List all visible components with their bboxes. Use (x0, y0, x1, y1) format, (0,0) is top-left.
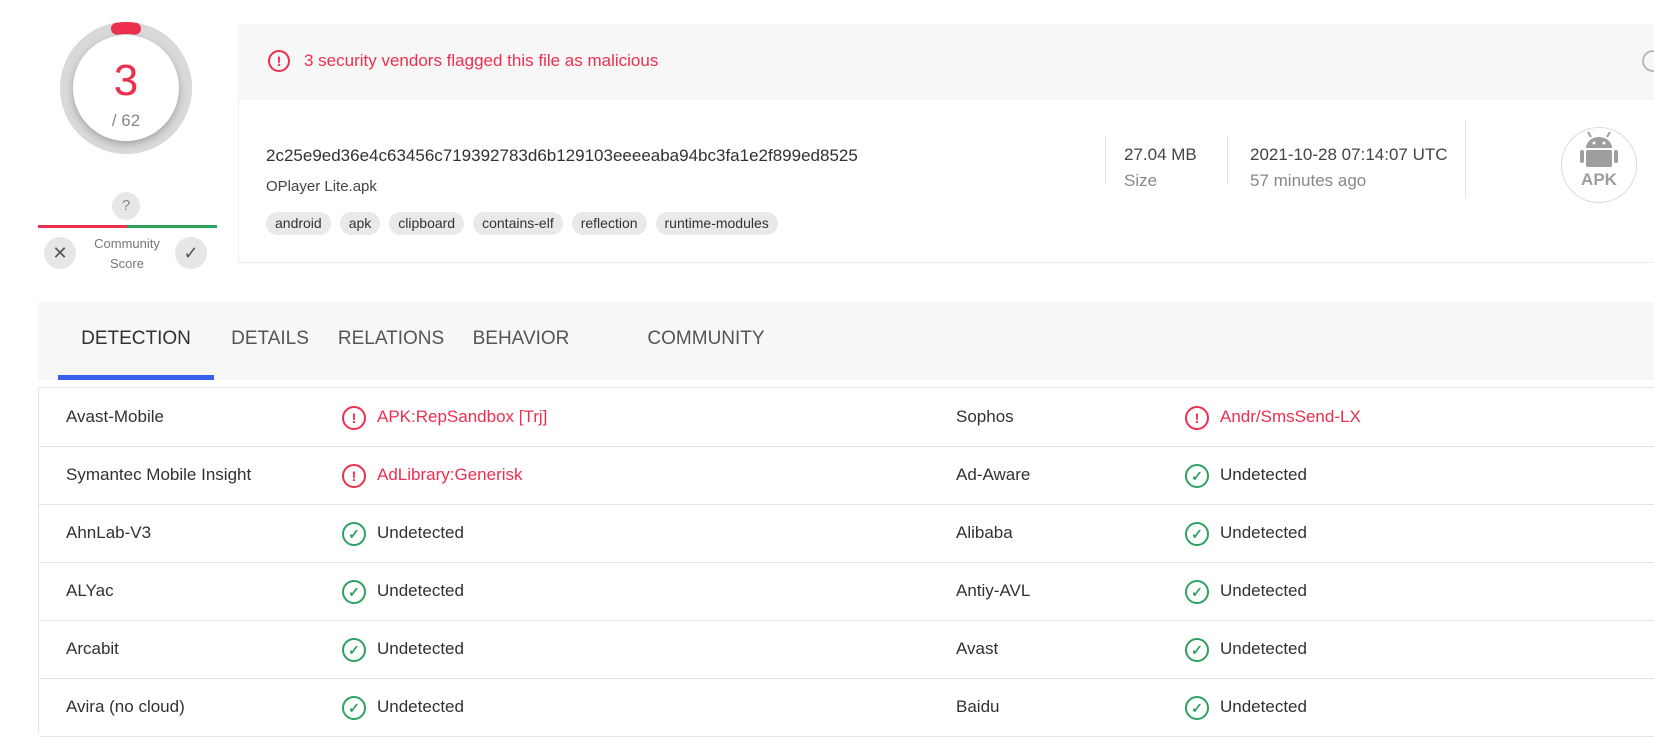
table-row: Symantec Mobile Insight! AdLibrary:Generi… (39, 446, 1654, 505)
check-circle-icon: ✓ (342, 638, 366, 662)
vote-malicious-button[interactable]: ✕ (44, 237, 76, 269)
engines-total: / 62 (111, 111, 141, 130)
table-row: Avira (no cloud) ✓ Undetected Baidu ✓ Undetec… (39, 678, 1654, 737)
community-label-line2: Score (110, 256, 144, 271)
community-score-label: Community Score (84, 234, 170, 274)
divider (1105, 136, 1106, 184)
result-text: Undetected (377, 581, 464, 600)
file-type-badge: APK (1561, 127, 1637, 203)
tag[interactable]: apk (339, 212, 381, 235)
result-text: Undetected (1220, 697, 1307, 716)
result-text: AdLibrary:Generisk (377, 465, 523, 484)
android-icon (1580, 131, 1618, 167)
result-text: Undetected (377, 639, 464, 658)
exclamation-icon: ! (1185, 406, 1209, 430)
engine-name: Sophos (956, 407, 1014, 426)
file-size-label: Size (1124, 171, 1158, 190)
table-row: Arcabit ✓ Undetected Avast ✓ Undetected (39, 620, 1654, 679)
check-icon: ✓ (183, 243, 199, 263)
detections-count: 3 (113, 56, 139, 105)
engine-name: Antiy-AVL (956, 581, 1031, 600)
score-center: 3 / 62 (73, 35, 179, 141)
engine-name: AhnLab-V3 (66, 523, 152, 542)
detection-table: Avast-Mobile! APK:RepSandbox [Trj] Sophos!… (38, 387, 1654, 737)
report-tabs: DETECTION DETAILS RELATIONS BEHAVIOR COM… (38, 302, 1654, 380)
engine-name: Avast (956, 639, 999, 658)
table-row: Avast-Mobile! APK:RepSandbox [Trj] Sophos!… (39, 388, 1654, 447)
check-circle-icon: ✓ (1185, 696, 1209, 720)
active-tab-indicator (58, 375, 214, 380)
tab-community[interactable]: COMMUNITY (626, 302, 786, 380)
file-info-card: 2c25e9ed36e4c63456c719392783d6b129103eee… (238, 100, 1654, 263)
check-circle-icon: ✓ (1185, 522, 1209, 546)
file-type-label: APK (1581, 170, 1617, 189)
file-hash[interactable]: 2c25e9ed36e4c63456c719392783d6b129103eee… (266, 146, 858, 166)
result-text: Undetected (1220, 639, 1307, 658)
engine-name: Avira (no cloud) (66, 697, 185, 716)
check-circle-icon: ✓ (342, 580, 366, 604)
analysis-date: 2021-10-28 07:14:07 UTC (1250, 145, 1448, 164)
tab-detection[interactable]: DETECTION (58, 302, 214, 380)
tab-relations[interactable]: RELATIONS (326, 302, 456, 380)
engine-name: Ad-Aware (956, 465, 1031, 484)
engine-name: Arcabit (66, 639, 119, 658)
check-circle-icon: ✓ (342, 522, 366, 546)
divider (1227, 136, 1228, 184)
community-score-value: ? (112, 192, 140, 220)
engine-name: Alibaba (956, 523, 1013, 542)
file-tags: android apk clipboard contains-elf refle… (266, 212, 778, 235)
check-circle-icon: ✓ (1185, 638, 1209, 662)
detection-score-gauge: 3 / 62 (60, 22, 192, 154)
community-bar-positive (127, 225, 217, 228)
result-text: Undetected (377, 697, 464, 716)
result-text: APK:RepSandbox [Trj] (377, 407, 548, 426)
check-circle-icon: ✓ (1185, 580, 1209, 604)
result-text: Andr/SmsSend-LX (1220, 407, 1361, 426)
tag[interactable]: reflection (571, 212, 647, 235)
vote-harmless-button[interactable]: ✓ (175, 237, 207, 269)
file-size-value: 27.04 MB (1124, 145, 1197, 164)
table-row: AhnLab-V3 ✓ Undetected Alibaba ✓ Undetected (39, 504, 1654, 563)
close-icon: ✕ (52, 243, 68, 263)
tab-details[interactable]: DETAILS (214, 302, 326, 380)
score-ring-fill (110, 22, 142, 35)
divider (1465, 120, 1466, 198)
engine-name: Symantec Mobile Insight (66, 465, 252, 484)
tag[interactable]: runtime-modules (655, 212, 778, 235)
exclamation-icon: ! (342, 464, 366, 488)
result-text: Undetected (1220, 581, 1307, 600)
malicious-alert-bar: ! 3 security vendors flagged this file a… (238, 24, 1654, 100)
check-circle-icon: ✓ (342, 696, 366, 720)
engine-name: Baidu (956, 697, 1000, 716)
engine-name: Avast-Mobile (66, 407, 164, 426)
result-text: Undetected (1220, 523, 1307, 542)
engine-name: ALYac (66, 581, 114, 600)
tag[interactable]: contains-elf (473, 212, 563, 235)
tag[interactable]: android (266, 212, 331, 235)
analysis-relative-time: 57 minutes ago (1250, 171, 1367, 190)
community-label-line1: Community (94, 236, 160, 251)
result-text: Undetected (1220, 465, 1307, 484)
table-row: ALYac ✓ Undetected Antiy-AVL ✓ Undetected (39, 562, 1654, 621)
result-text: Undetected (377, 523, 464, 542)
exclamation-icon: ! (342, 406, 366, 430)
more-options-icon[interactable] (1642, 50, 1654, 72)
tag[interactable]: clipboard (389, 212, 465, 235)
file-name: OPlayer Lite.apk (266, 178, 377, 195)
tab-behavior[interactable]: BEHAVIOR (456, 302, 586, 380)
check-circle-icon: ✓ (1185, 464, 1209, 488)
exclamation-icon: ! (268, 50, 290, 72)
community-bar-negative (38, 225, 127, 228)
alert-text: 3 security vendors flagged this file as … (304, 51, 659, 70)
